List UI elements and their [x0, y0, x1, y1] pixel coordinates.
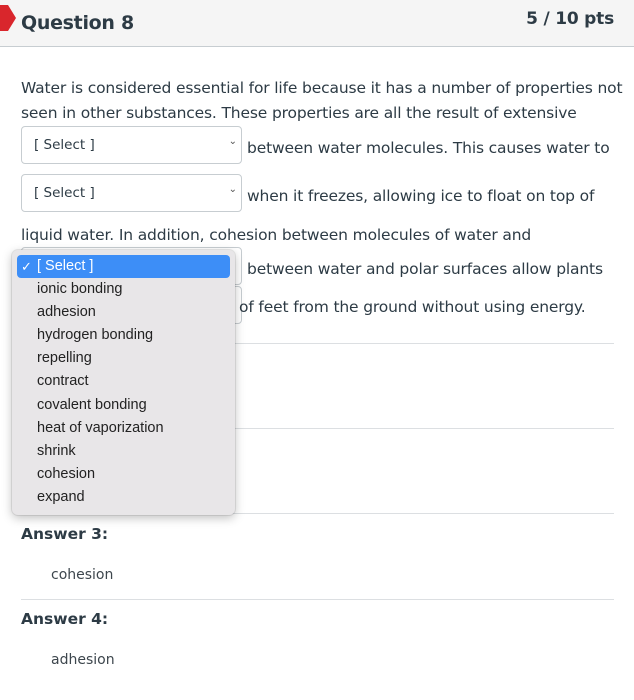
select-dropdown-menu[interactable]: ✓ [ Select ] ionic bonding adhesion hydr…	[12, 250, 235, 515]
answer-select-2[interactable]: [ Select ] ⌄	[21, 174, 242, 212]
dropdown-option-covalent-bonding[interactable]: covalent bonding	[17, 394, 230, 417]
divider	[21, 599, 614, 600]
dropdown-option-ionic-bonding[interactable]: ionic bonding	[17, 278, 230, 301]
answer-select-1[interactable]: [ Select ] ⌄	[21, 126, 242, 164]
dropdown-option-hydrogen-bonding[interactable]: hydrogen bonding	[17, 324, 230, 347]
question-text-after-select-2: when it freezes, allowing ice to float o…	[247, 187, 595, 205]
incorrect-flag-icon	[0, 5, 16, 31]
question-text-after-select-4: of feet from the ground without using en…	[239, 298, 586, 316]
question-text-after-select-3: between water and polar surfaces allow p…	[247, 260, 603, 278]
answer-4-label: Answer 4:	[21, 610, 109, 628]
dropdown-option-repelling[interactable]: repelling	[17, 347, 230, 370]
question-text-line-2: seen in other substances. These properti…	[21, 104, 577, 122]
dropdown-option-select[interactable]: ✓ [ Select ]	[17, 255, 230, 278]
question-header: Question 8 5 / 10 pts	[0, 0, 634, 47]
answer-3-label: Answer 3:	[21, 525, 109, 543]
question-title: Question 8	[21, 12, 134, 34]
dropdown-option-expand[interactable]: expand	[17, 486, 230, 509]
question-text-line-5: liquid water. In addition, cohesion betw…	[21, 226, 532, 244]
dropdown-option-cohesion[interactable]: cohesion	[17, 463, 230, 486]
dropdown-option-contract[interactable]: contract	[17, 370, 230, 393]
chevron-down-icon: ⌄	[228, 184, 237, 195]
question-text-line-1: Water is considered essential for life b…	[21, 79, 623, 97]
question-text-after-select-1: between water molecules. This causes wat…	[247, 139, 610, 157]
option-label: [ Select ]	[37, 258, 94, 274]
select-value: [ Select ]	[34, 185, 95, 201]
dropdown-option-adhesion[interactable]: adhesion	[17, 301, 230, 324]
answer-3-value: cohesion	[51, 567, 114, 583]
checkmark-icon: ✓	[21, 259, 32, 274]
select-value: [ Select ]	[34, 137, 95, 153]
question-points: 5 / 10 pts	[526, 9, 614, 29]
dropdown-option-heat-of-vaporization[interactable]: heat of vaporization	[17, 417, 230, 440]
chevron-down-icon: ⌄	[228, 136, 237, 147]
dropdown-option-shrink[interactable]: shrink	[17, 440, 230, 463]
answer-4-value: adhesion	[51, 652, 115, 668]
